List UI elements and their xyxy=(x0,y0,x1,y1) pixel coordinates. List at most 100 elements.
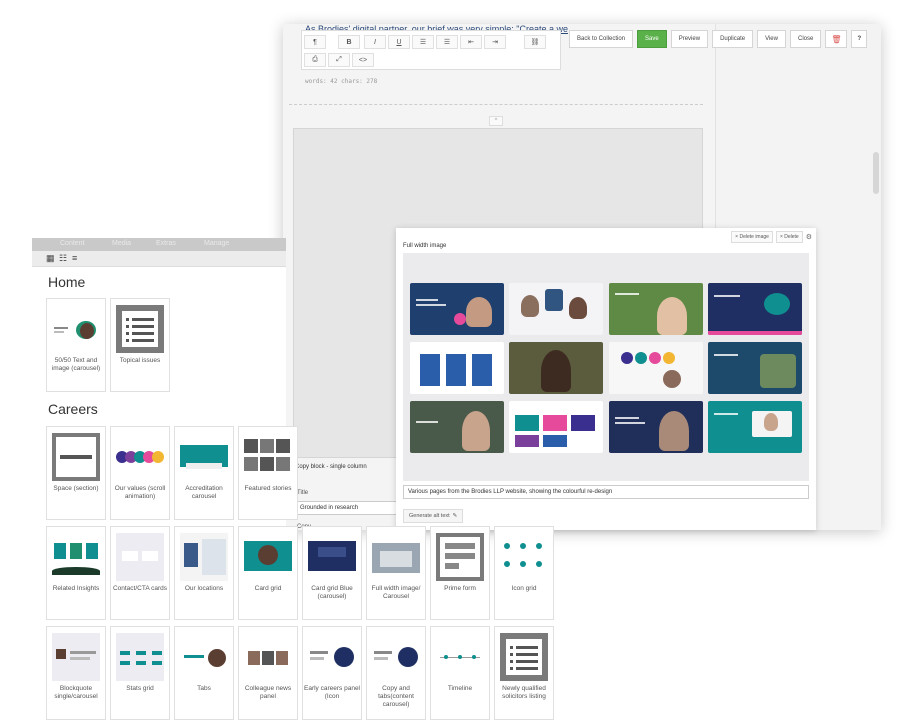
block-card-label: Copy and tabs(content carousel) xyxy=(378,685,414,708)
block-card-label: Our values (scroll animation) xyxy=(114,485,166,500)
magic-wand-icon: ✎ xyxy=(452,513,458,519)
view-mode-bar: ▦ ☷ ≡ xyxy=(32,251,286,267)
block-card-related-insights[interactable]: Related Insights xyxy=(46,526,106,620)
page-thumbnail xyxy=(609,283,703,335)
print-button[interactable]: ⎙ xyxy=(304,53,326,67)
numbered-list-button[interactable]: ☰ xyxy=(436,35,458,49)
link-button[interactable]: ⛓ xyxy=(524,35,546,49)
indent-button[interactable]: ⇥ xyxy=(484,35,506,49)
close-button[interactable]: Close xyxy=(789,30,822,48)
title-field-label: Title xyxy=(297,490,309,496)
block-card-card-grid-blue[interactable]: Card grid Blue (carousel) xyxy=(302,526,362,620)
block-card-our-locations[interactable]: Our locations xyxy=(174,526,234,620)
source-code-button[interactable]: <> xyxy=(352,53,374,67)
gear-icon[interactable]: ⚙ xyxy=(806,233,812,241)
title-field[interactable]: Grounded in research xyxy=(295,501,401,515)
block-preview xyxy=(180,633,228,681)
block-card-label: Topical issues xyxy=(119,357,161,364)
block-preview xyxy=(52,305,100,353)
block-preview xyxy=(308,533,356,581)
block-card-copy-and-tabs[interactable]: Copy and tabs(content carousel) xyxy=(366,626,426,720)
block-card-contact-cta[interactable]: Contact/CTA cards xyxy=(110,526,170,620)
bullet-list-button[interactable]: ☰ xyxy=(412,35,434,49)
underline-button[interactable]: U xyxy=(388,35,410,49)
italic-button[interactable]: I xyxy=(364,35,386,49)
outdent-button[interactable]: ⇤ xyxy=(460,35,482,49)
block-card-label: Card grid xyxy=(254,585,282,592)
nav-content[interactable]: Content xyxy=(60,240,85,247)
block-preview xyxy=(180,533,228,581)
trash-icon[interactable]: 🗑 xyxy=(825,30,848,48)
caption-field[interactable]: Various pages from the Brodies LLP websi… xyxy=(403,485,809,499)
view-button[interactable]: View xyxy=(757,30,786,48)
block-card-label: Newly qualified solicitors listing xyxy=(502,685,546,700)
delete-button[interactable]: × Delete xyxy=(775,231,803,243)
page-thumbnail xyxy=(509,342,603,394)
block-card-featured-stories[interactable]: Featured stories xyxy=(238,426,298,520)
help-icon[interactable]: ? xyxy=(851,30,868,48)
block-card-topical-issues[interactable]: Topical issues xyxy=(110,298,170,392)
block-preview xyxy=(52,633,100,681)
block-card-label: Timeline xyxy=(447,685,473,692)
generate-alt-text-button[interactable]: Generate alt text ✎ xyxy=(403,509,464,523)
block-card-label: Related Insights xyxy=(52,585,100,592)
block-card-tabs[interactable]: Tabs xyxy=(174,626,234,720)
block-card-stats-grid[interactable]: Stats grid xyxy=(110,626,170,720)
block-card-label: Prime form xyxy=(444,585,476,592)
collapse-handle-icon[interactable]: ^ xyxy=(489,116,503,126)
block-card-our-values[interactable]: Our values (scroll animation) xyxy=(110,426,170,520)
delete-image-button[interactable]: × Delete image xyxy=(731,231,773,243)
block-card-label: Card grid Blue (carousel) xyxy=(311,585,353,600)
block-card-space[interactable]: Space (section) xyxy=(46,426,106,520)
scrollbar[interactable] xyxy=(873,152,879,194)
duplicate-button[interactable]: Duplicate xyxy=(712,30,754,48)
nav-extras[interactable]: Extras xyxy=(156,240,176,247)
nav-media[interactable]: Media xyxy=(112,240,131,247)
block-card-timeline[interactable]: Timeline xyxy=(430,626,490,720)
page-thumbnail xyxy=(410,283,504,335)
paragraph-format-button[interactable]: ¶ xyxy=(304,35,326,49)
fullscreen-button[interactable]: ⤢ xyxy=(328,53,350,67)
block-card-icon-grid[interactable]: Icon grid xyxy=(494,526,554,620)
block-card-label: 50/50 Text and image (carousel) xyxy=(51,357,101,372)
copy-block-title[interactable]: Copy block - single column xyxy=(295,464,367,470)
block-card-early-careers[interactable]: Early careers panel (Icon xyxy=(302,626,362,720)
page-thumbnail xyxy=(410,401,504,453)
generate-alt-text-label: Generate alt text xyxy=(409,513,450,519)
block-card-full-width-image[interactable]: Full width image/ Carousel xyxy=(366,526,426,620)
page-thumbnail xyxy=(609,342,703,394)
block-card-prime-form[interactable]: Prime form xyxy=(430,526,490,620)
website-pages-collage[interactable] xyxy=(403,253,809,481)
save-button[interactable]: Save xyxy=(637,30,667,48)
block-card-blockquote[interactable]: Blockquote single/carousel xyxy=(46,626,106,720)
block-card-label: Full width image/ Carousel xyxy=(371,585,421,600)
action-bar: Back to Collection Save Preview Duplicat… xyxy=(569,30,868,48)
block-preview xyxy=(436,533,484,581)
top-navigation: Content Media Extras Manage xyxy=(32,238,286,251)
block-preview xyxy=(372,533,420,581)
word-count: words: 42 chars: 278 xyxy=(305,78,378,85)
nav-manage[interactable]: Manage xyxy=(204,240,229,247)
bold-button[interactable]: B xyxy=(338,35,360,49)
block-card-colleague-news[interactable]: Colleague news panel xyxy=(238,626,298,720)
grid-view-icon[interactable]: ▦ xyxy=(46,254,57,263)
preview-button[interactable]: Preview xyxy=(670,30,709,48)
block-card-card-grid[interactable]: Card grid xyxy=(238,526,298,620)
page-thumbnail xyxy=(410,342,504,394)
block-card-label: Contact/CTA cards xyxy=(112,585,168,592)
panel-tools: × Delete image × Delete ⚙ xyxy=(731,231,812,243)
block-preview xyxy=(180,433,228,481)
block-preview xyxy=(116,633,164,681)
block-preview xyxy=(244,533,292,581)
back-to-collection-button[interactable]: Back to Collection xyxy=(569,30,634,48)
page-thumbnail xyxy=(609,401,703,453)
list-icon xyxy=(500,633,548,681)
rich-text-toolbar: ¶ B I U ☰ ☰ ⇤ ⇥ ⛓ ⎙ ⤢ <> xyxy=(301,30,561,70)
block-card-50-50-text-image[interactable]: 50/50 Text and image (carousel) xyxy=(46,298,106,392)
list-view-icon[interactable]: ☷ xyxy=(59,254,70,263)
block-card-label: Tabs xyxy=(197,685,211,692)
compact-list-icon[interactable]: ≡ xyxy=(72,254,83,263)
block-preview xyxy=(116,433,164,481)
block-card-accreditation-carousel[interactable]: Accreditation carousel xyxy=(174,426,234,520)
block-card-newly-qualified[interactable]: Newly qualified solicitors listing xyxy=(494,626,554,720)
